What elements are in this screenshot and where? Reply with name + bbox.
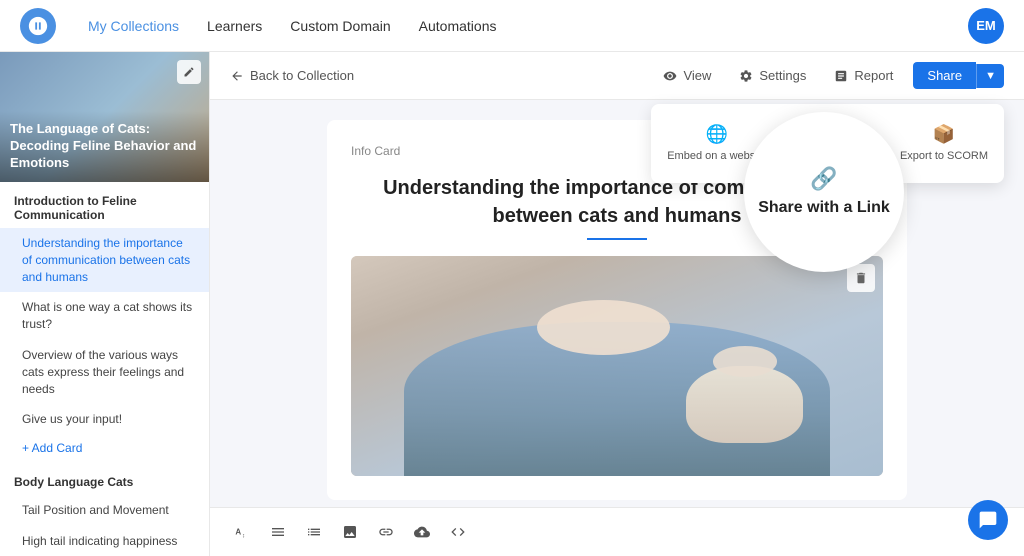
- cat-head: [713, 346, 777, 377]
- report-button[interactable]: Report: [826, 64, 901, 87]
- sidebar-item-3[interactable]: Overview of the various ways cats expres…: [0, 340, 209, 404]
- share-button-group: Share ▼: [913, 62, 1004, 89]
- back-button[interactable]: Back to Collection: [230, 68, 354, 83]
- report-label: Report: [854, 68, 893, 83]
- share-popup-label: Share with a Link: [758, 198, 890, 219]
- embed-icon: 🌐: [706, 124, 728, 145]
- editor-toolbar: A↕: [210, 507, 1024, 556]
- settings-label: Settings: [759, 68, 806, 83]
- main-layout: The Language of Cats: Decoding Feline Be…: [0, 52, 1024, 556]
- edit-cover-button[interactable]: [177, 60, 201, 84]
- sidebar-item-4[interactable]: Give us your input!: [0, 404, 209, 435]
- view-button[interactable]: View: [655, 64, 719, 87]
- share-dropdown-button[interactable]: ▼: [976, 64, 1004, 88]
- sidebar-item-6[interactable]: High tail indicating happiness: [0, 526, 209, 556]
- align-button[interactable]: [262, 516, 294, 548]
- settings-button[interactable]: Settings: [731, 64, 814, 87]
- user-avatar[interactable]: EM: [968, 8, 1004, 44]
- scorm-icon: 📦: [933, 124, 955, 145]
- share-main-button[interactable]: Share: [913, 62, 976, 89]
- content-header: Back to Collection View Settings Report …: [210, 52, 1024, 100]
- image-button[interactable]: [334, 516, 366, 548]
- code-button[interactable]: [442, 516, 474, 548]
- link-button[interactable]: [370, 516, 402, 548]
- nav-automations[interactable]: Automations: [419, 18, 497, 34]
- cat-body: [686, 366, 803, 443]
- nav-my-collections[interactable]: My Collections: [88, 18, 179, 34]
- sidebar: The Language of Cats: Decoding Feline Be…: [0, 52, 210, 556]
- back-label: Back to Collection: [250, 68, 354, 83]
- section-title-body-language: Body Language Cats: [0, 465, 209, 495]
- content-area: Back to Collection View Settings Report …: [210, 52, 1024, 556]
- collection-title: The Language of Cats: Decoding Feline Be…: [10, 121, 199, 172]
- person-head: [537, 300, 670, 355]
- svg-text:↕: ↕: [242, 533, 245, 539]
- font-size-button[interactable]: A↕: [226, 516, 258, 548]
- sidebar-item-5[interactable]: Tail Position and Movement: [0, 495, 209, 526]
- cover-overlay: The Language of Cats: Decoding Feline Be…: [0, 111, 209, 182]
- nav-learners[interactable]: Learners: [207, 18, 262, 34]
- card-title-underline: [587, 238, 647, 240]
- app-logo[interactable]: [20, 8, 56, 44]
- nav-custom-domain[interactable]: Custom Domain: [290, 18, 390, 34]
- export-scorm-label: Export to SCORM: [900, 149, 988, 163]
- svg-text:A: A: [235, 528, 241, 537]
- card-image: [351, 256, 883, 476]
- sidebar-item-1[interactable]: Understanding the importance of communic…: [0, 228, 209, 292]
- nav-links: My Collections Learners Custom Domain Au…: [88, 18, 497, 34]
- view-label: View: [683, 68, 711, 83]
- chat-button[interactable]: [968, 500, 1008, 540]
- export-scorm-option[interactable]: 📦 Export to SCORM: [884, 112, 1004, 175]
- share-with-link-popup[interactable]: 🔗 Share with a Link: [744, 112, 904, 272]
- add-card-button[interactable]: + Add Card: [0, 435, 209, 461]
- section-title-intro: Introduction to Feline Communication: [0, 182, 209, 228]
- sidebar-item-2[interactable]: What is one way a cat shows its trust?: [0, 292, 209, 340]
- link-icon: 🔗: [810, 166, 837, 192]
- sidebar-cover: The Language of Cats: Decoding Feline Be…: [0, 52, 209, 182]
- top-nav: My Collections Learners Custom Domain Au…: [0, 0, 1024, 52]
- delete-image-button[interactable]: [847, 264, 875, 292]
- list-button[interactable]: [298, 516, 330, 548]
- upload-button[interactable]: [406, 516, 438, 548]
